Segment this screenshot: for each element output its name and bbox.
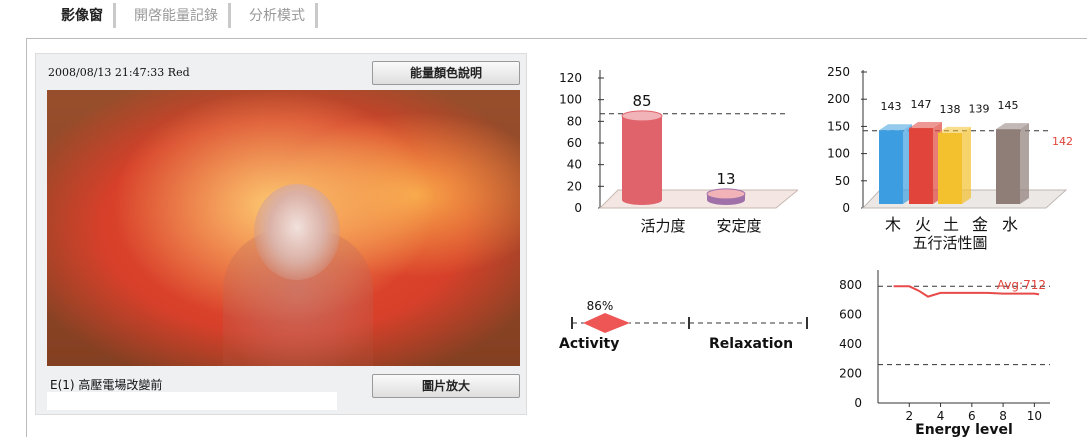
five-element-y-tick-label: 150 (827, 119, 850, 133)
vitality-bar-value: 85 (632, 92, 651, 110)
energy-y-tick-label: 800 (839, 278, 862, 292)
energy-y-tick-label: 400 (839, 337, 862, 351)
vitality-y-tick-label: 80 (567, 114, 582, 128)
caption-field[interactable] (47, 392, 337, 410)
energy-x-tick-label: 2 (905, 409, 913, 423)
five-element-bar-value: 143 (881, 100, 902, 113)
activity-percent-label: 86% (587, 299, 614, 313)
vitality-bar-cap (621, 110, 663, 122)
five-element-bar-side (1020, 123, 1029, 204)
five-element-bar-value: 147 (911, 98, 932, 111)
five-element-y-tick-label: 50 (835, 174, 850, 188)
vitality-bar-cap (706, 188, 746, 200)
tab-image-window[interactable]: 影像窗 (55, 3, 116, 28)
energy-x-tick-label: 10 (1027, 409, 1042, 423)
five-element-cat-2: 土 (943, 215, 959, 234)
five-element-y-tick-label: 250 (827, 65, 850, 79)
tab-bar: 影像窗 開啓能量記錄 分析模式 (55, 3, 336, 28)
zoom-image-button[interactable]: 圖片放大 (372, 374, 520, 398)
vitality-bar (622, 115, 662, 200)
vitality-y-tick-label: 0 (574, 201, 582, 215)
five-element-y-tick-label: 200 (827, 92, 850, 106)
vitality-y-tick-label: 40 (567, 158, 582, 172)
energy-average-label: Avg:712 (997, 278, 1046, 292)
vitality-x-label-0: 活力度 (640, 217, 685, 235)
five-element-y-tick-label: 0 (842, 201, 850, 215)
image-caption: E(1) 高壓電場改變前 (50, 378, 163, 392)
vitality-y-tick-label: 60 (567, 136, 582, 150)
five-element-title: 五行活性圖 (912, 234, 987, 252)
five-element-bar-value: 138 (940, 103, 961, 116)
relaxation-label: Relaxation (709, 336, 793, 352)
energy-x-axis-label: Energy level (915, 422, 1013, 438)
vitality-y-tick-label: 100 (559, 93, 582, 107)
five-element-bar-chart: 050100150200250 142 143 147 138 139 145 木 火 … (827, 65, 1073, 252)
tab-energy-record[interactable]: 開啓能量記錄 (134, 3, 231, 28)
vitality-x-label-1: 安定度 (716, 217, 761, 235)
five-element-bar (938, 132, 962, 204)
vitality-y-tick-label: 20 (567, 179, 582, 193)
five-element-cat-4: 水 (1002, 215, 1018, 234)
energy-x-tick-label: 8 (999, 409, 1007, 423)
vitality-y-tick-label: 120 (559, 71, 582, 85)
tab-analysis-mode[interactable]: 分析模式 (249, 3, 318, 28)
aura-head-silhouette (254, 184, 340, 280)
aura-photo (47, 90, 520, 366)
timestamp: 2008/08/13 21:47:33 Red (48, 66, 190, 79)
five-element-bar-side (962, 126, 971, 204)
energy-level-line-chart: 0 200 400 600 800 2 4 6 8 10 Avg:712 Energy leve… (839, 270, 1050, 438)
activity-relaxation-scale: 86% Activity Relaxation (559, 299, 808, 352)
activity-label: Activity (559, 336, 619, 352)
energy-y-tick-label: 0 (854, 396, 862, 410)
five-element-average-label: 142 (1052, 135, 1073, 148)
five-element-bar-value: 145 (998, 99, 1019, 112)
vitality-bar-value: 13 (716, 170, 735, 188)
five-element-bar (879, 130, 903, 204)
vitality-bar-chart: 0 20 40 60 80 100 120 85 13 活力度 安定度 (559, 70, 798, 235)
five-element-bar-value: 139 (969, 102, 990, 115)
five-element-cat-0: 木 (885, 215, 901, 234)
five-element-bar (909, 128, 933, 204)
five-element-cat-1: 火 (915, 215, 931, 234)
energy-color-legend-button[interactable]: 能量顏色說明 (372, 61, 520, 85)
five-element-cat-3: 金 (972, 215, 988, 234)
energy-x-tick-label: 4 (937, 409, 945, 423)
energy-y-tick-label: 200 (839, 366, 862, 380)
energy-x-tick-label: 6 (968, 409, 976, 423)
vitality-bar-base (622, 195, 662, 205)
energy-y-tick-label: 600 (839, 307, 862, 321)
activity-marker (583, 313, 630, 333)
five-element-bar (996, 129, 1020, 204)
five-element-y-tick-label: 100 (827, 147, 850, 161)
